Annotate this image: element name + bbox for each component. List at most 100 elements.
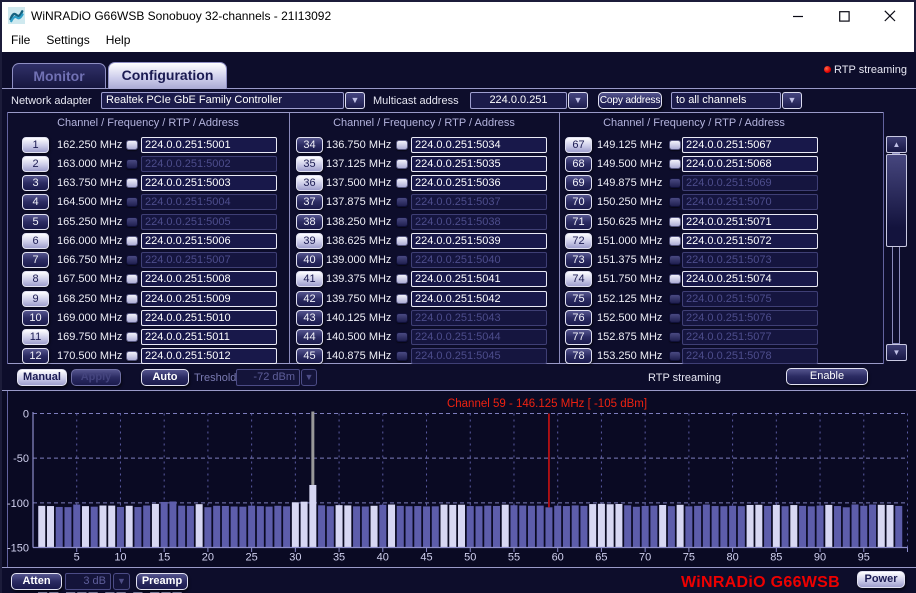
rtp-address-input[interactable]: 224.0.0.251:5007 bbox=[141, 252, 277, 268]
channel-button[interactable]: 73 bbox=[565, 252, 592, 268]
channel-button[interactable]: 43 bbox=[296, 310, 323, 326]
channel-button[interactable]: 5 bbox=[22, 214, 49, 230]
menu-settings[interactable]: Settings bbox=[38, 33, 97, 47]
multicast-address-combo[interactable]: 224.0.0.251 bbox=[470, 92, 567, 109]
rtp-address-input[interactable]: 224.0.0.251:5078 bbox=[682, 348, 818, 364]
scroll-down-button[interactable]: ▼ bbox=[886, 344, 907, 361]
rtp-checkbox[interactable] bbox=[126, 236, 138, 246]
channel-button[interactable]: 35 bbox=[296, 156, 323, 172]
rtp-address-input[interactable]: 224.0.0.251:5006 bbox=[141, 233, 277, 249]
tab-monitor[interactable]: Monitor bbox=[12, 63, 106, 88]
rtp-checkbox[interactable] bbox=[126, 197, 138, 207]
channel-button[interactable]: 70 bbox=[565, 194, 592, 210]
rtp-address-input[interactable]: 224.0.0.251:5043 bbox=[411, 310, 547, 326]
channel-button[interactable]: 37 bbox=[296, 194, 323, 210]
rtp-checkbox[interactable] bbox=[126, 217, 138, 227]
atten-dropdown-button[interactable]: ▼ bbox=[113, 573, 130, 590]
rtp-checkbox[interactable] bbox=[669, 332, 681, 342]
rtp-checkbox[interactable] bbox=[669, 197, 681, 207]
channel-button[interactable]: 71 bbox=[565, 214, 592, 230]
enable-button[interactable]: Enable bbox=[786, 368, 868, 385]
rtp-address-input[interactable]: 224.0.0.251:5036 bbox=[411, 175, 547, 191]
rtp-address-input[interactable]: 224.0.0.251:5072 bbox=[682, 233, 818, 249]
channel-button[interactable]: 1 bbox=[22, 137, 49, 153]
channel-button[interactable]: 36 bbox=[296, 175, 323, 191]
rtp-address-input[interactable]: 224.0.0.251:5010 bbox=[141, 310, 277, 326]
rtp-address-input[interactable]: 224.0.0.251:5071 bbox=[682, 214, 818, 230]
channel-button[interactable]: 39 bbox=[296, 233, 323, 249]
rtp-checkbox[interactable] bbox=[396, 178, 408, 188]
rtp-checkbox[interactable] bbox=[126, 351, 138, 361]
rtp-checkbox[interactable] bbox=[669, 294, 681, 304]
rtp-address-input[interactable]: 224.0.0.251:5075 bbox=[682, 291, 818, 307]
rtp-address-input[interactable]: 224.0.0.251:5037 bbox=[411, 194, 547, 210]
channel-button[interactable]: 11 bbox=[22, 329, 49, 345]
threshold-dropdown-button[interactable]: ▼ bbox=[301, 369, 317, 386]
rtp-address-input[interactable]: 224.0.0.251:5076 bbox=[682, 310, 818, 326]
copy-scope-combo[interactable]: to all channels bbox=[671, 92, 781, 109]
rtp-checkbox[interactable] bbox=[126, 159, 138, 169]
rtp-checkbox[interactable] bbox=[396, 255, 408, 265]
rtp-checkbox[interactable] bbox=[396, 351, 408, 361]
power-button[interactable]: Power bbox=[857, 571, 905, 588]
channel-button[interactable]: 38 bbox=[296, 214, 323, 230]
channel-button[interactable]: 10 bbox=[22, 310, 49, 326]
rtp-checkbox[interactable] bbox=[396, 294, 408, 304]
channel-button[interactable]: 78 bbox=[565, 348, 592, 364]
channel-button[interactable]: 41 bbox=[296, 271, 323, 287]
rtp-checkbox[interactable] bbox=[126, 294, 138, 304]
rtp-address-input[interactable]: 224.0.0.251:5073 bbox=[682, 252, 818, 268]
menu-file[interactable]: File bbox=[2, 33, 38, 47]
channel-button[interactable]: 67 bbox=[565, 137, 592, 153]
rtp-address-input[interactable]: 224.0.0.251:5040 bbox=[411, 252, 547, 268]
rtp-checkbox[interactable] bbox=[669, 351, 681, 361]
rtp-checkbox[interactable] bbox=[669, 313, 681, 323]
threshold-combo[interactable]: -72 dBm bbox=[236, 369, 300, 386]
rtp-address-input[interactable]: 224.0.0.251:5009 bbox=[141, 291, 277, 307]
channel-button[interactable]: 9 bbox=[22, 291, 49, 307]
channel-button[interactable]: 7 bbox=[22, 252, 49, 268]
rtp-checkbox[interactable] bbox=[126, 274, 138, 284]
atten-value-combo[interactable]: 3 dB bbox=[65, 573, 111, 590]
rtp-address-input[interactable]: 224.0.0.251:5004 bbox=[141, 194, 277, 210]
rtp-address-input[interactable]: 224.0.0.251:5077 bbox=[682, 329, 818, 345]
rtp-address-input[interactable]: 224.0.0.251:5038 bbox=[411, 214, 547, 230]
channel-button[interactable]: 68 bbox=[565, 156, 592, 172]
channel-button[interactable]: 6 bbox=[22, 233, 49, 249]
multicast-address-dropdown-button[interactable]: ▼ bbox=[568, 92, 588, 109]
rtp-address-input[interactable]: 224.0.0.251:5045 bbox=[411, 348, 547, 364]
rtp-address-input[interactable]: 224.0.0.251:5039 bbox=[411, 233, 547, 249]
channel-button[interactable]: 75 bbox=[565, 291, 592, 307]
manual-button[interactable]: Manual bbox=[17, 369, 67, 386]
rtp-checkbox[interactable] bbox=[126, 313, 138, 323]
channel-button[interactable]: 42 bbox=[296, 291, 323, 307]
rtp-address-input[interactable]: 224.0.0.251:5005 bbox=[141, 214, 277, 230]
rtp-checkbox[interactable] bbox=[396, 274, 408, 284]
rtp-checkbox[interactable] bbox=[396, 217, 408, 227]
maximize-button[interactable] bbox=[822, 2, 867, 30]
channel-button[interactable]: 12 bbox=[22, 348, 49, 364]
rtp-checkbox[interactable] bbox=[669, 178, 681, 188]
rtp-address-input[interactable]: 224.0.0.251:5034 bbox=[411, 137, 547, 153]
close-button[interactable] bbox=[867, 2, 912, 30]
rtp-address-input[interactable]: 224.0.0.251:5044 bbox=[411, 329, 547, 345]
rtp-checkbox[interactable] bbox=[396, 332, 408, 342]
channel-button[interactable]: 44 bbox=[296, 329, 323, 345]
channel-button[interactable]: 69 bbox=[565, 175, 592, 191]
rtp-checkbox[interactable] bbox=[396, 159, 408, 169]
channel-button[interactable]: 8 bbox=[22, 271, 49, 287]
rtp-address-input[interactable]: 224.0.0.251:5067 bbox=[682, 137, 818, 153]
network-adapter-combo[interactable]: Realtek PCIe GbE Family Controller bbox=[101, 92, 344, 109]
network-adapter-dropdown-button[interactable]: ▼ bbox=[345, 92, 365, 109]
rtp-address-input[interactable]: 224.0.0.251:5074 bbox=[682, 271, 818, 287]
copy-address-button[interactable]: Copy address bbox=[598, 92, 662, 109]
tab-configuration[interactable]: Configuration bbox=[108, 62, 227, 89]
rtp-checkbox[interactable] bbox=[669, 140, 681, 150]
rtp-checkbox[interactable] bbox=[669, 236, 681, 246]
rtp-address-input[interactable]: 224.0.0.251:5012 bbox=[141, 348, 277, 364]
channel-button[interactable]: 4 bbox=[22, 194, 49, 210]
rtp-checkbox[interactable] bbox=[126, 332, 138, 342]
rtp-checkbox[interactable] bbox=[669, 274, 681, 284]
channel-button[interactable]: 74 bbox=[565, 271, 592, 287]
rtp-checkbox[interactable] bbox=[126, 178, 138, 188]
